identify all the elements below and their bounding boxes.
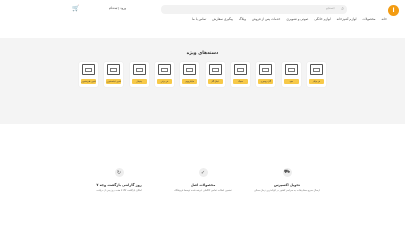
site-logo[interactable]: ا [388,5,399,16]
nav-item[interactable]: خانه [381,17,387,21]
nav-item[interactable]: پیگیری سفارش [212,17,233,21]
fridge-icon [132,64,146,75]
main-nav: خانه محصولات لوازم آشپزخانه لوازم خانگی … [192,17,387,21]
category-label: یخچال [131,79,147,84]
dishwasher-icon [82,64,95,75]
category-label: اجاق گاز [207,79,223,84]
category-label: ماشین لباسشویی [106,79,122,84]
category-card[interactable]: فر توکار [306,62,326,87]
category-label: ماشین ظرفشویی [81,79,96,84]
nav-item[interactable]: وبلاگ [239,17,246,21]
category-card[interactable]: فر برقی [154,62,174,87]
nav-item[interactable]: محصولات [362,17,375,21]
section-title: دسته‌های ویژه [186,51,219,56]
shield-icon: ✓ [198,168,208,177]
site-header: ا ⌕ جستجو ورود | ثبت‌نام 🛒 خانه محصولات … [0,0,405,39]
feature-desc: تضمین اصالت تمامی کالاهای عرضه شده توسط … [174,189,232,192]
category-card[interactable]: سینک [230,62,250,87]
feature-item: ✓ محصولات اصل تضمین اصالت تمامی کالاهای … [168,168,238,192]
nav-item[interactable]: لوازم خانگی [314,17,330,21]
category-label: هود [283,79,299,84]
cart-icon[interactable]: 🛒 [72,5,79,12]
nav-item[interactable]: لوازم آشپزخانه [337,17,357,21]
feature-title: ۷ روز گارانتی بازگشت وجه [96,183,142,187]
hood-icon [284,64,298,75]
category-card[interactable]: هود [281,62,301,87]
category-card[interactable]: گاز رومیزی [256,62,276,87]
search-icon[interactable]: ⌕ [341,6,344,12]
oven-icon [309,64,323,75]
search-input[interactable]: ⌕ جستجو [161,5,347,14]
category-card[interactable]: یخچال [129,62,149,87]
category-label: فر توکار [308,79,324,84]
refresh-icon: ↻ [114,168,124,177]
search-placeholder: جستجو [326,6,335,10]
features-section: ⛟ تحویل اکسپرس ارسال سریع سفارشات به سرا… [84,168,322,208]
feature-item: ⛟ تحویل اکسپرس ارسال سریع سفارشات به سرا… [252,168,322,192]
nav-item[interactable]: خدمات پس از فروش [252,17,280,21]
category-label: سینک [232,79,248,84]
category-list: فر توکار هود گاز رومیزی سینک اجاق گاز ما… [79,62,326,87]
category-label: مایکروویو [182,79,198,84]
category-card[interactable]: ماشین ظرفشویی [79,62,98,87]
sink-icon [233,64,247,75]
login-button[interactable]: ورود | ثبت‌نام [88,6,126,13]
category-label: گاز رومیزی [258,79,274,84]
category-card[interactable]: ماشین لباسشویی [104,62,124,87]
range-icon [208,64,222,75]
feature-desc: امکان بازگشت کالا تا هفت روز پس از دریاف… [96,189,142,192]
stove-icon [259,64,273,75]
nav-item[interactable]: تماس با ما [192,17,206,21]
feature-title: محصولات اصل [190,183,216,187]
electric-oven-icon [157,64,171,75]
category-card[interactable]: مایکروویو [180,62,200,87]
category-label: فر برقی [156,79,172,84]
logo-text: ا [392,7,395,14]
nav-item[interactable]: صوتی و تصویری [286,17,308,21]
truck-icon: ⛟ [282,168,292,177]
feature-desc: ارسال سریع سفارشات به سراسر کشور در کوتا… [254,189,320,192]
feature-title: تحویل اکسپرس [273,183,301,187]
feature-item: ↻ ۷ روز گارانتی بازگشت وجه امکان بازگشت … [84,168,154,192]
category-card[interactable]: اجاق گاز [205,62,225,87]
washer-icon [107,64,121,75]
microwave-icon [183,64,197,75]
